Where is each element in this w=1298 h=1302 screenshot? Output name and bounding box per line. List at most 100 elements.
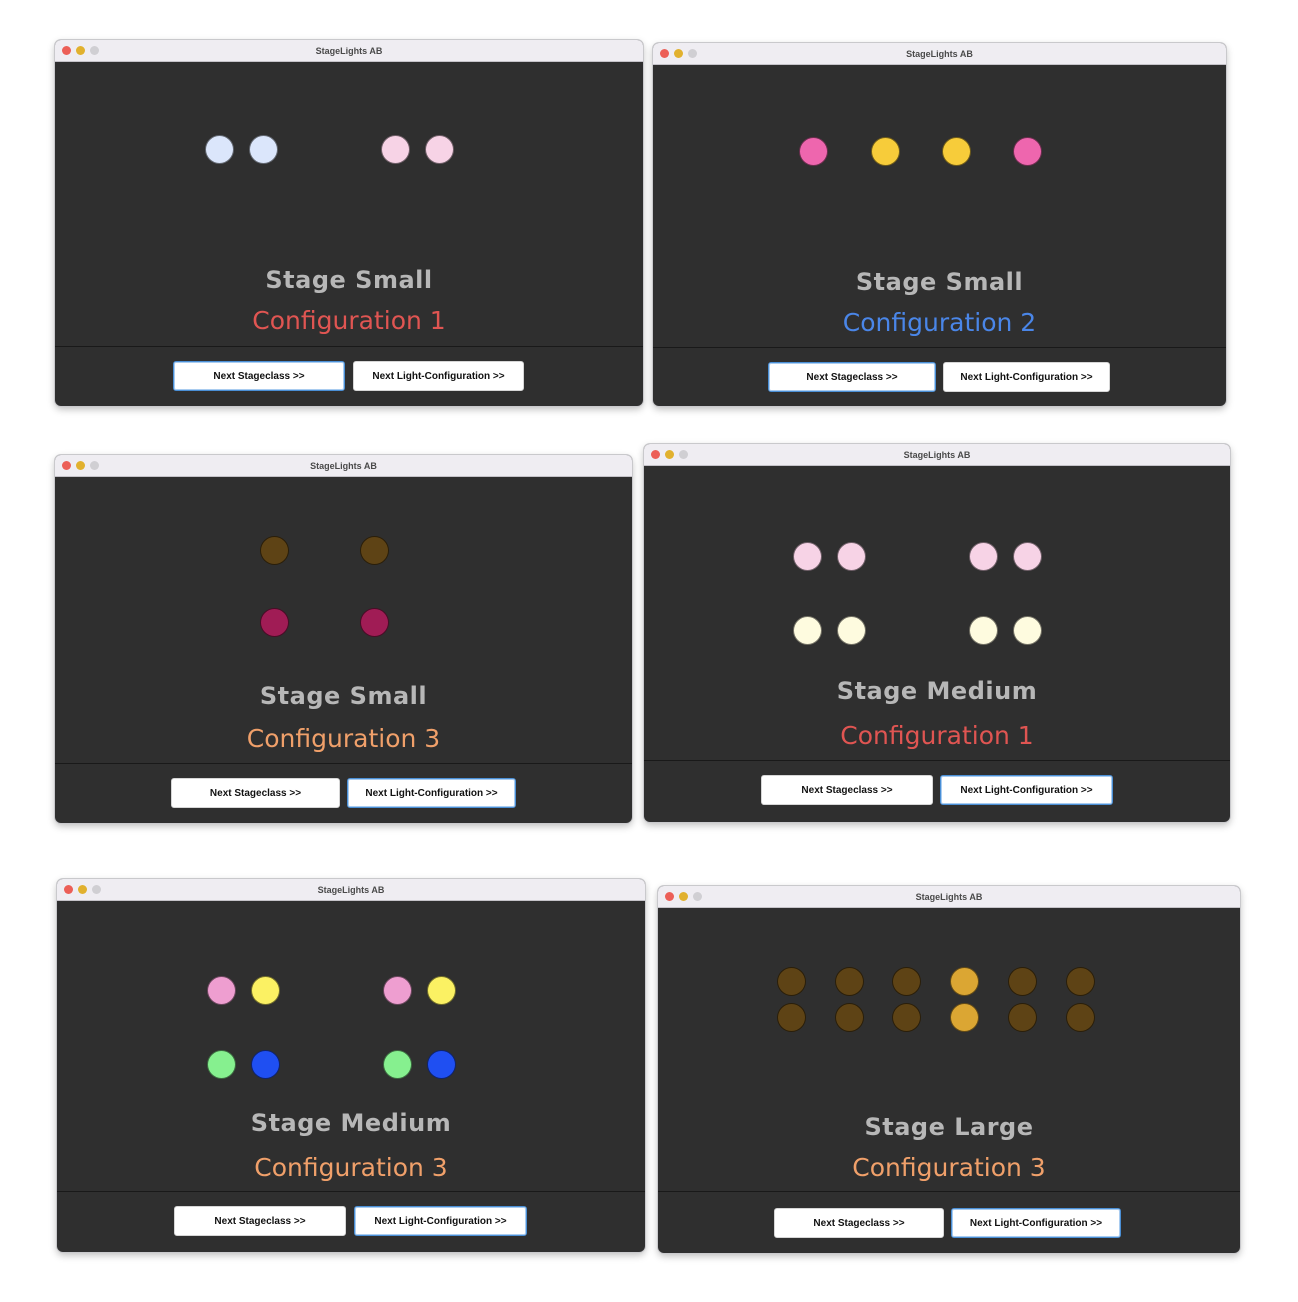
- traffic-lights: [62, 461, 99, 470]
- configuration-label: Configuration 1: [252, 306, 446, 335]
- window-title: StageLights AB: [315, 45, 383, 56]
- stage-class-label: Stage Small: [265, 266, 433, 294]
- title-bar[interactable]: StageLights AB: [658, 886, 1240, 908]
- stage-light: [1013, 616, 1042, 645]
- title-bar[interactable]: StageLights AB: [57, 879, 645, 901]
- stagelights-window-2: StageLights AB Stage Small Configuration…: [653, 43, 1226, 406]
- stage-light: [207, 976, 236, 1005]
- stage-light: [777, 1003, 806, 1032]
- zoom-window-icon[interactable]: [90, 461, 99, 470]
- zoom-window-icon[interactable]: [688, 49, 697, 58]
- stage-light: [969, 616, 998, 645]
- stage-light: [260, 608, 289, 637]
- stage-light: [381, 135, 410, 164]
- close-window-icon[interactable]: [64, 885, 73, 894]
- stagelights-window-5: StageLights AB Stage Medium Configuratio…: [57, 879, 645, 1252]
- minimize-window-icon[interactable]: [76, 461, 85, 470]
- stage-class-label: Stage Medium: [836, 677, 1038, 705]
- stage-light: [249, 135, 278, 164]
- minimize-window-icon[interactable]: [674, 49, 683, 58]
- stage-light: [837, 616, 866, 645]
- zoom-window-icon[interactable]: [679, 450, 688, 459]
- stage-light: [1066, 1003, 1095, 1032]
- title-bar[interactable]: StageLights AB: [653, 43, 1226, 65]
- next-stageclass-button[interactable]: Next Stageclass >>: [174, 1206, 346, 1236]
- stage-light: [427, 1050, 456, 1079]
- next-light-configuration-button[interactable]: Next Light-Configuration >>: [354, 1206, 527, 1236]
- divider: [658, 1191, 1240, 1192]
- traffic-lights: [660, 49, 697, 58]
- zoom-window-icon[interactable]: [92, 885, 101, 894]
- title-bar[interactable]: StageLights AB: [55, 40, 643, 62]
- close-window-icon[interactable]: [665, 892, 674, 901]
- stage-light: [383, 1050, 412, 1079]
- stage-light: [1008, 967, 1037, 996]
- stage-light: [892, 1003, 921, 1032]
- next-light-configuration-button[interactable]: Next Light-Configuration >>: [943, 362, 1110, 392]
- stagelights-window-6: StageLights AB Stage Large Configuration…: [658, 886, 1240, 1253]
- zoom-window-icon[interactable]: [693, 892, 702, 901]
- traffic-lights: [665, 892, 702, 901]
- next-light-configuration-button[interactable]: Next Light-Configuration >>: [940, 775, 1113, 805]
- next-light-configuration-button[interactable]: Next Light-Configuration >>: [353, 361, 524, 391]
- divider: [55, 763, 632, 764]
- stage-class-label: Stage Medium: [250, 1109, 452, 1137]
- divider: [55, 346, 643, 347]
- minimize-window-icon[interactable]: [665, 450, 674, 459]
- stage-light: [1008, 1003, 1037, 1032]
- stage-light: [837, 542, 866, 571]
- divider: [653, 347, 1226, 348]
- window-title: StageLights AB: [906, 48, 973, 59]
- window-title: StageLights AB: [903, 449, 971, 460]
- next-light-configuration-button[interactable]: Next Light-Configuration >>: [347, 778, 516, 808]
- next-stageclass-button[interactable]: Next Stageclass >>: [768, 362, 936, 392]
- stage-light: [871, 137, 900, 166]
- next-stageclass-button[interactable]: Next Stageclass >>: [173, 361, 345, 391]
- stage-light: [427, 976, 456, 1005]
- stage-class-label: Stage Large: [864, 1113, 1034, 1141]
- stage-class-label: Stage Small: [259, 682, 428, 710]
- stage-light: [835, 967, 864, 996]
- title-bar[interactable]: StageLights AB: [55, 455, 632, 477]
- next-stageclass-button[interactable]: Next Stageclass >>: [761, 775, 933, 805]
- stage-light: [360, 608, 389, 637]
- next-stageclass-button[interactable]: Next Stageclass >>: [171, 778, 340, 808]
- configuration-label: Configuration 2: [842, 308, 1037, 337]
- stage-light: [383, 976, 412, 1005]
- stage-light: [207, 1050, 236, 1079]
- title-bar[interactable]: StageLights AB: [644, 444, 1230, 466]
- stagelights-window-4: StageLights AB Stage Medium Configuratio…: [644, 444, 1230, 822]
- window-title: StageLights AB: [310, 460, 377, 471]
- minimize-window-icon[interactable]: [76, 46, 85, 55]
- stage-light: [360, 536, 389, 565]
- stage-light: [1013, 542, 1042, 571]
- close-window-icon[interactable]: [62, 46, 71, 55]
- next-stageclass-button[interactable]: Next Stageclass >>: [774, 1208, 944, 1238]
- zoom-window-icon[interactable]: [90, 46, 99, 55]
- traffic-lights: [62, 46, 99, 55]
- stagelights-window-3: StageLights AB Stage Small Configuration…: [55, 455, 632, 823]
- stage-light: [251, 1050, 280, 1079]
- stage-class-label: Stage Small: [855, 268, 1024, 296]
- close-window-icon[interactable]: [62, 461, 71, 470]
- configuration-label: Configuration 3: [852, 1153, 1046, 1182]
- window-title: StageLights AB: [317, 884, 385, 895]
- stage-light: [205, 135, 234, 164]
- stage-light: [950, 967, 979, 996]
- divider: [644, 760, 1230, 761]
- configuration-label: Configuration 3: [254, 1153, 448, 1182]
- stage-light: [777, 967, 806, 996]
- close-window-icon[interactable]: [651, 450, 660, 459]
- window-title: StageLights AB: [915, 891, 983, 902]
- minimize-window-icon[interactable]: [679, 892, 688, 901]
- minimize-window-icon[interactable]: [78, 885, 87, 894]
- traffic-lights: [651, 450, 688, 459]
- stage-light: [251, 976, 280, 1005]
- next-light-configuration-button[interactable]: Next Light-Configuration >>: [951, 1208, 1121, 1238]
- close-window-icon[interactable]: [660, 49, 669, 58]
- stage-light: [1066, 967, 1095, 996]
- stage-light: [425, 135, 454, 164]
- stage-light: [950, 1003, 979, 1032]
- configuration-label: Configuration 3: [246, 724, 441, 753]
- stage-light: [1013, 137, 1042, 166]
